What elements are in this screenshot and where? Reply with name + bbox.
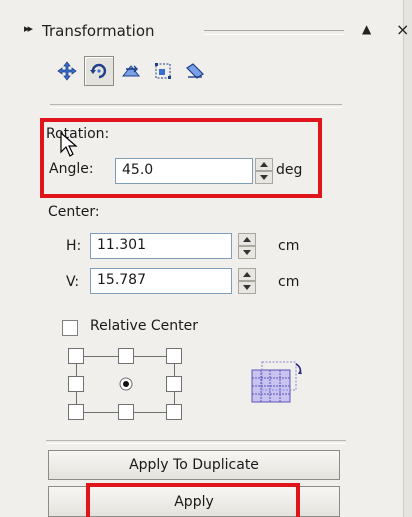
docker-titlebar[interactable]: ▸▸ Transformation ▲ ×	[8, 20, 409, 44]
h-label: H:	[66, 238, 82, 254]
angle-unit-label: deg	[276, 162, 303, 178]
transform-mode-toolbar	[52, 56, 212, 92]
size-button[interactable]	[148, 56, 178, 86]
rotate-icon	[90, 63, 107, 79]
spin-down-icon	[260, 175, 268, 180]
anchor-top-right[interactable]	[166, 348, 182, 364]
apply-to-duplicate-button[interactable]: Apply To Duplicate	[48, 450, 340, 480]
scale-mirror-icon	[121, 65, 141, 77]
spin-down-icon	[243, 285, 251, 290]
center-v-decrement[interactable]	[238, 281, 256, 294]
bottom-separator	[46, 440, 346, 444]
spin-up-icon	[260, 162, 268, 167]
size-icon	[155, 63, 171, 79]
anchor-middle-left[interactable]	[68, 376, 84, 392]
anchor-top-left[interactable]	[68, 348, 84, 364]
v-unit-label: cm	[278, 274, 300, 290]
angle-increment[interactable]	[255, 158, 273, 171]
rotate-button[interactable]	[84, 56, 114, 86]
rotation-preview-icon	[251, 361, 302, 403]
h-unit-label: cm	[278, 238, 300, 254]
anchor-bottom-left[interactable]	[68, 404, 84, 420]
close-icon[interactable]: ×	[396, 20, 409, 39]
skew-button[interactable]	[180, 56, 210, 86]
center-h-increment[interactable]	[238, 233, 256, 246]
title-divider	[204, 30, 344, 35]
anchor-middle-right[interactable]	[166, 376, 182, 392]
angle-input[interactable]: 45.0	[115, 158, 253, 184]
relative-center-checkbox[interactable]	[62, 320, 78, 336]
grip-icon[interactable]: ▸▸	[24, 22, 33, 35]
center-section-label: Center:	[48, 204, 100, 220]
center-h-decrement[interactable]	[238, 246, 256, 259]
center-v-input[interactable]: 15.787	[90, 268, 232, 294]
position-icon	[57, 61, 77, 81]
position-button[interactable]	[52, 56, 82, 86]
anchor-center[interactable]	[118, 376, 134, 392]
docker-edge	[403, 0, 412, 517]
center-v-increment[interactable]	[238, 268, 256, 281]
spin-up-icon	[243, 272, 251, 277]
v-label: V:	[66, 274, 80, 290]
anchor-center-dot-icon	[119, 377, 133, 391]
anchor-bottom-center[interactable]	[118, 404, 134, 420]
angle-label: Angle:	[49, 161, 94, 177]
toolbar-separator	[50, 104, 342, 108]
docker-title: Transformation	[42, 22, 155, 40]
angle-decrement[interactable]	[255, 171, 273, 184]
anchor-bottom-right[interactable]	[166, 404, 182, 420]
center-v-spinner[interactable]	[238, 268, 256, 294]
transformation-docker: ▸▸ Transformation ▲ × Rotation: Angle: 4…	[0, 0, 412, 517]
center-h-spinner[interactable]	[238, 233, 256, 259]
spin-down-icon	[243, 250, 251, 255]
anchor-top-center[interactable]	[118, 348, 134, 364]
spin-up-icon	[243, 237, 251, 242]
mouse-cursor-icon	[60, 132, 78, 157]
center-h-input[interactable]: 11.301	[90, 233, 232, 259]
apply-button[interactable]: Apply	[48, 486, 340, 517]
skew-icon	[186, 63, 204, 79]
scale-mirror-button[interactable]	[116, 56, 146, 86]
collapse-icon[interactable]: ▲	[362, 22, 371, 36]
relative-center-label: Relative Center	[90, 318, 199, 334]
angle-spinner[interactable]	[255, 158, 273, 184]
